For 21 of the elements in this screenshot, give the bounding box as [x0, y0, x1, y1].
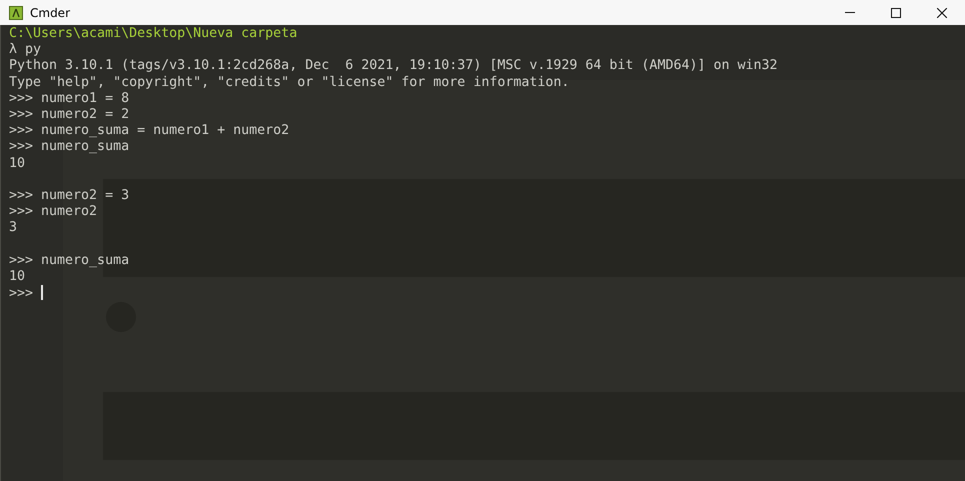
console-line: >>> numero2 = 3	[9, 188, 130, 203]
console-line: >>> numero_suma	[9, 252, 130, 268]
console-line: >>> numero_suma	[9, 139, 130, 154]
console-line: Type "help", "copyright", "credits" or "license" for more information.	[9, 74, 570, 90]
input-prompt: >>>	[9, 286, 34, 301]
console-line: λ py	[9, 42, 42, 58]
console-line: 10	[9, 156, 26, 170]
text-cursor	[41, 285, 44, 300]
console-line: 10	[9, 268, 26, 284]
console-line: >>> numero2 = 2	[9, 106, 130, 122]
console-line: >>> numero_suma = numero1 + numero2	[9, 123, 290, 138]
console-line: Python 3.10.1 (tags/v3.10.1:2cd268a, Dec 6 2021, 19:10:37) [MSC v.1929 64 bit (AMD64)] on win32	[9, 58, 778, 74]
window-title: Cmder	[30, 6, 70, 20]
maximize-icon	[891, 8, 901, 18]
console-line: 3	[9, 220, 18, 236]
close-icon	[937, 8, 947, 18]
app-logo-icon	[9, 6, 23, 20]
directory-path: C:\Users\acami\Desktop\Nueva carpeta	[9, 26, 298, 41]
console-line: >>> numero1 = 8	[9, 90, 130, 106]
console-line: >>> numero2	[9, 204, 98, 220]
minimize-icon	[845, 12, 855, 13]
